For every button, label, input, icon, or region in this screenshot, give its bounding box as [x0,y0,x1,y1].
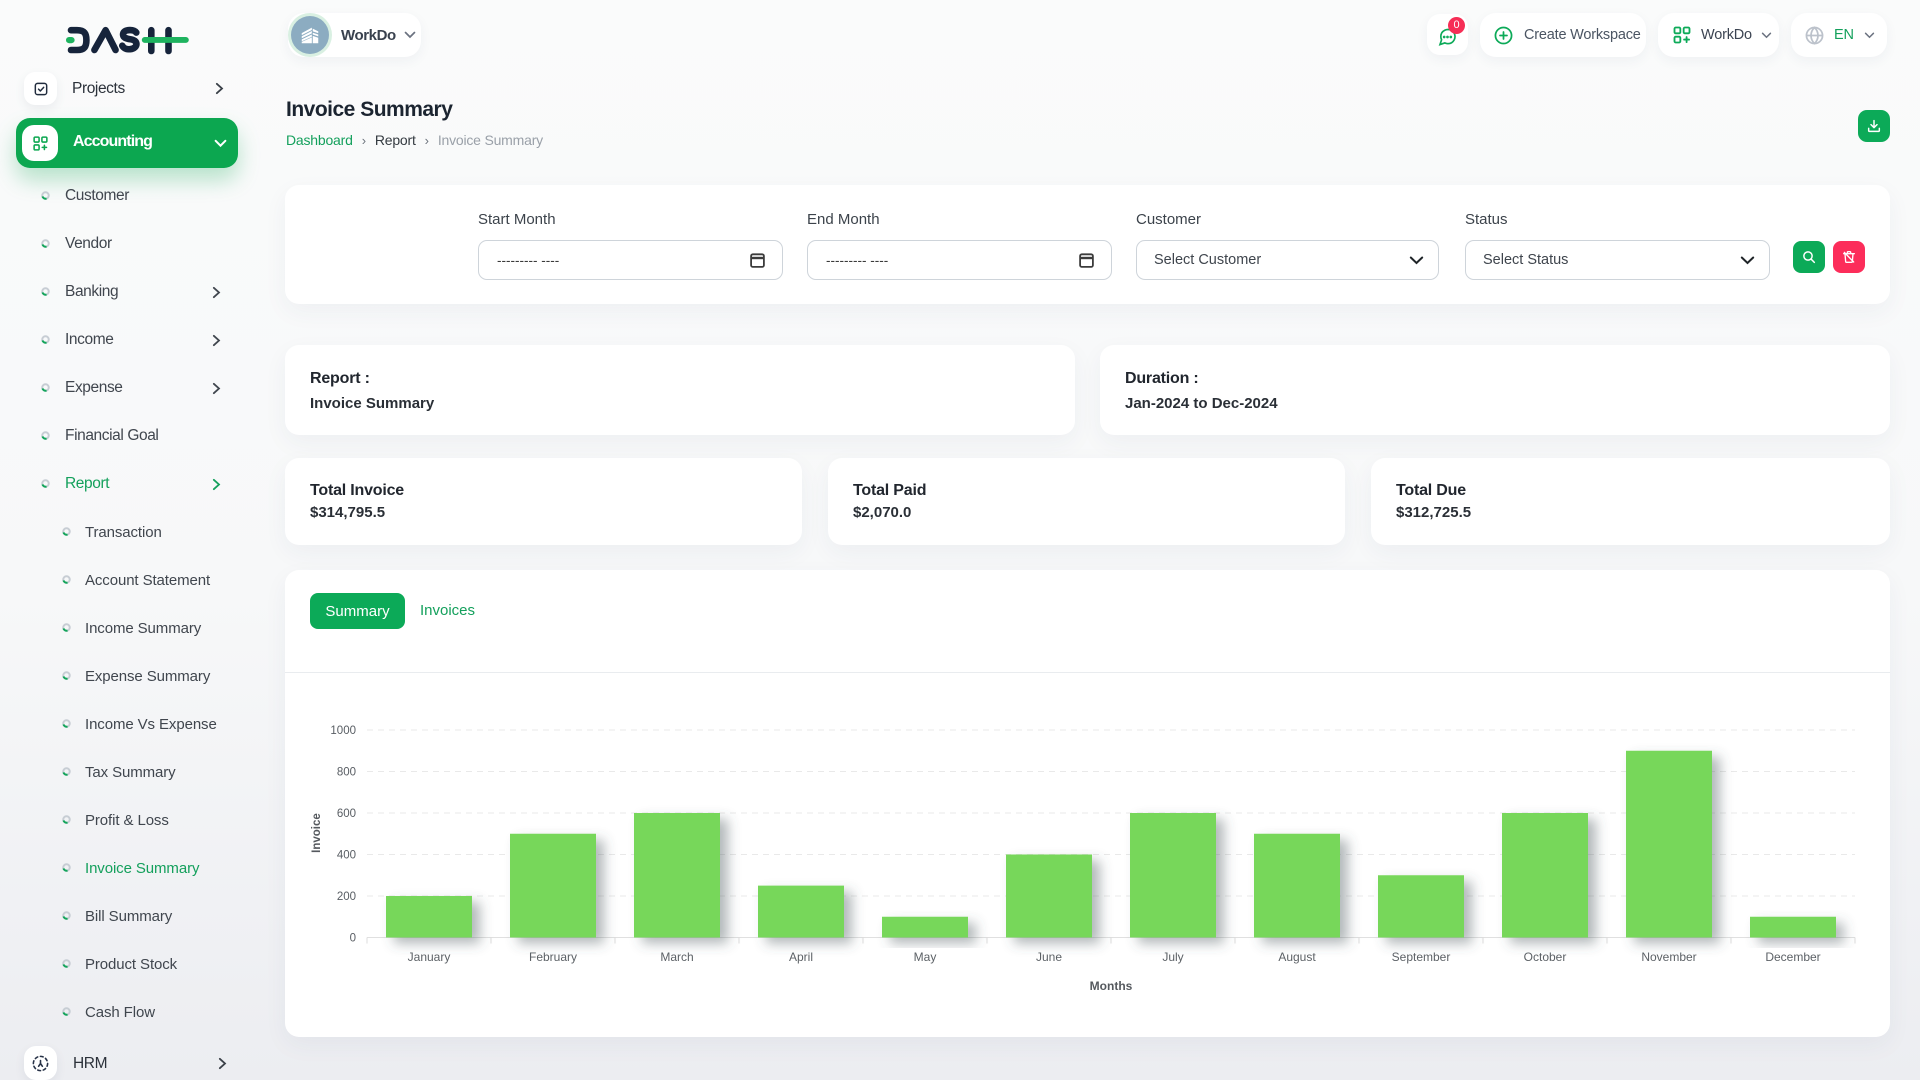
svg-text:Invoice: Invoice [311,813,323,853]
svg-text:June: June [1036,950,1062,964]
svg-text:December: December [1765,950,1820,964]
svg-text:July: July [1162,950,1183,964]
svg-text:400: 400 [337,850,356,862]
svg-text:800: 800 [337,767,356,779]
svg-text:November: November [1641,950,1696,964]
svg-text:February: February [529,950,577,964]
svg-text:October: October [1524,950,1567,964]
svg-text:August: August [1278,950,1316,964]
svg-text:May: May [914,950,937,964]
svg-text:March: March [660,950,693,964]
svg-text:600: 600 [337,808,356,820]
svg-text:January: January [408,950,451,964]
svg-text:1000: 1000 [330,725,356,737]
svg-text:April: April [789,950,813,964]
svg-text:200: 200 [337,891,356,903]
svg-text:0: 0 [350,933,356,945]
svg-text:September: September [1392,950,1451,964]
svg-text:Months: Months [1090,979,1133,993]
